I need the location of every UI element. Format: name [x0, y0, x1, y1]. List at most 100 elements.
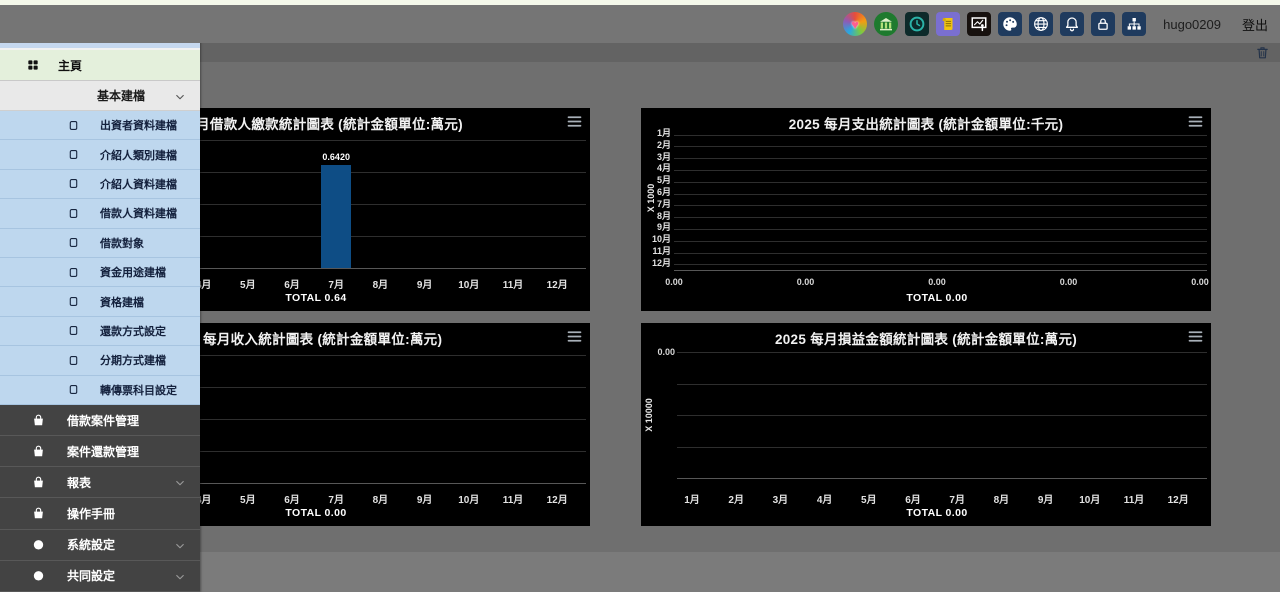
sitemap-icon[interactable]: [1122, 12, 1146, 36]
hamburger-menu-icon[interactable]: [566, 328, 583, 343]
sidebar-item-manual[interactable]: 操作手冊: [0, 498, 200, 529]
x-tick-label: 11月: [1112, 491, 1156, 506]
colorful-logo-icon[interactable]: ♥: [843, 12, 867, 36]
y-tick-label: 12月: [645, 256, 671, 269]
y-axis-label: X 1000: [646, 168, 656, 228]
checkbox-icon: [68, 207, 79, 220]
x-tick-label: 11月: [491, 276, 535, 291]
bar-7月[interactable]: [321, 165, 351, 268]
sidebar-item-introducer-category[interactable]: 介紹人類別建檔: [0, 140, 200, 169]
username-label: hugo0209: [1163, 17, 1221, 32]
sidebar-item-label: 借款人資料建檔: [100, 205, 177, 221]
x-tick-label: 9月: [403, 276, 447, 291]
checkbox-icon: [68, 324, 79, 337]
x-tick-label: 6月: [270, 276, 314, 291]
scroll-icon[interactable]: [936, 12, 960, 36]
sidebar-item-system-settings[interactable]: 系統設定: [0, 530, 200, 561]
sidebar-item-installment-method[interactable]: 分期方式建檔: [0, 346, 200, 375]
x-tick-label: 0.00: [922, 277, 952, 287]
x-tick-label: 9月: [403, 491, 447, 506]
sidebar-item-borrower-records[interactable]: 借款人資料建檔: [0, 199, 200, 228]
sidebar-item-label: 轉傳票科目設定: [100, 382, 177, 398]
sidebar-item-common-settings[interactable]: 共同設定: [0, 561, 200, 592]
x-tick-label: 11月: [491, 491, 535, 506]
checkbox-icon: [68, 177, 79, 190]
grid-icon: [26, 58, 40, 72]
checkbox-icon: [68, 236, 79, 249]
sidebar-item-label: 借款案件管理: [67, 412, 139, 429]
gridline: [674, 158, 1207, 159]
presentation-icon[interactable]: [967, 12, 991, 36]
sidebar-item-loan-target[interactable]: 借款對象: [0, 229, 200, 258]
gridline: [674, 182, 1207, 183]
sidebar-item-basic-records-group[interactable]: 基本建檔: [0, 81, 200, 111]
briefcase-icon: [31, 506, 46, 521]
checkbox-icon: [68, 119, 79, 132]
sidebar-item-label: 借款對象: [100, 235, 144, 251]
bank-icon[interactable]: [874, 12, 898, 36]
gridline: [674, 253, 1207, 254]
sidebar-item-loan-case-mgmt[interactable]: 借款案件管理: [0, 405, 200, 436]
sidebar-item-voucher-subject[interactable]: 轉傳票科目設定: [0, 376, 200, 405]
hamburger-menu-icon[interactable]: [1187, 113, 1204, 128]
x-tick-label: 8月: [358, 276, 402, 291]
globe-icon[interactable]: [1029, 12, 1053, 36]
x-tick-label: 7月: [314, 276, 358, 291]
x-axis-line: [674, 270, 1207, 271]
trash-icon[interactable]: [1255, 45, 1270, 60]
hamburger-menu-icon[interactable]: [566, 113, 583, 128]
chart-total-label: TOTAL 0.00: [837, 507, 1037, 519]
lock-icon[interactable]: [1091, 12, 1115, 36]
gridline: [674, 205, 1207, 206]
sidebar-item-label: 共同設定: [67, 567, 115, 584]
logout-button[interactable]: 登出: [1242, 15, 1268, 34]
x-tick-label: 7月: [935, 491, 979, 506]
palette-icon[interactable]: [998, 12, 1022, 36]
chevron-down-icon: [174, 476, 186, 488]
x-tick-label: 2月: [714, 491, 758, 506]
gridline: [674, 217, 1207, 218]
circle-icon: [31, 568, 46, 583]
chart-panel-profit-loss: 2025 每月損益金額統計圖表 (統計金額單位:萬元) TOTAL 0.00 1…: [641, 323, 1211, 526]
sidebar-item-home[interactable]: 主頁: [0, 50, 200, 81]
circle-icon: [31, 537, 46, 552]
x-tick-label: 12月: [535, 491, 579, 506]
clock-icon[interactable]: [905, 12, 929, 36]
x-axis-line: [677, 478, 1207, 479]
x-tick-label: 3月: [758, 491, 802, 506]
sidebar: 功能項目 主頁基本建檔出資者資料建檔介紹人類別建檔介紹人資料建檔借款人資料建檔借…: [0, 5, 200, 592]
x-tick-label: 7月: [314, 491, 358, 506]
heart-glyph: ♥: [851, 18, 859, 31]
y-axis-label: X 10000: [644, 385, 654, 445]
chevron-down-icon: [174, 90, 186, 102]
gridline: [677, 352, 1207, 353]
briefcase-icon: [31, 444, 46, 459]
checkbox-icon: [68, 148, 79, 161]
topbar-app-icons: ♥: [843, 12, 1146, 36]
gridline: [677, 415, 1207, 416]
sidebar-item-case-repayment-mgmt[interactable]: 案件還款管理: [0, 436, 200, 467]
sidebar-item-reports[interactable]: 報表: [0, 467, 200, 498]
x-tick-label: 6月: [891, 491, 935, 506]
topbar: ♥ hugo0209 登出: [0, 5, 1280, 43]
bell-icon[interactable]: [1060, 12, 1084, 36]
x-tick-label: 1月: [670, 491, 714, 506]
gridline: [674, 194, 1207, 195]
briefcase-icon: [31, 475, 46, 490]
sidebar-item-label: 資格建檔: [100, 294, 144, 310]
x-tick-label: 5月: [226, 491, 270, 506]
x-tick-label: 0.00: [1185, 277, 1211, 287]
gridline: [677, 384, 1207, 385]
sidebar-item-funder-records[interactable]: 出資者資料建檔: [0, 111, 200, 140]
sidebar-item-introducer-records[interactable]: 介紹人資料建檔: [0, 170, 200, 199]
sidebar-item-fund-usage[interactable]: 資金用途建檔: [0, 258, 200, 287]
top-accent-strip: [0, 0, 1280, 5]
sidebar-item-label: 案件還款管理: [67, 443, 139, 460]
checkbox-icon: [68, 354, 79, 367]
sidebar-item-qualification[interactable]: 資格建檔: [0, 287, 200, 316]
x-tick-label: 5月: [847, 491, 891, 506]
gridline: [674, 170, 1207, 171]
sidebar-item-repayment-method[interactable]: 還款方式設定: [0, 317, 200, 346]
hamburger-menu-icon[interactable]: [1187, 328, 1204, 343]
x-tick-label: 12月: [535, 276, 579, 291]
